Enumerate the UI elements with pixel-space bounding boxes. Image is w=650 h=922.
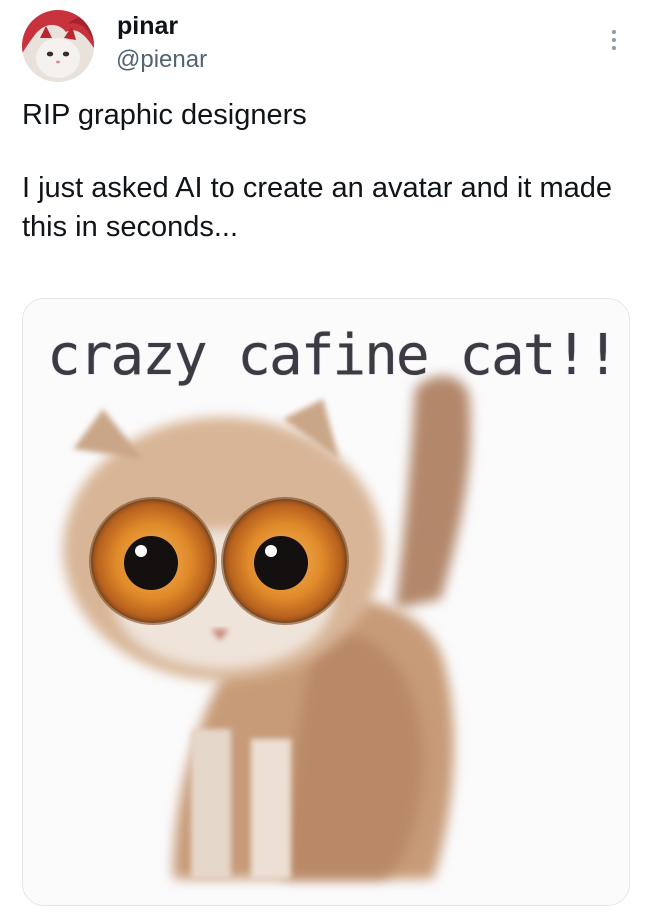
user-handle[interactable]: @pienar	[116, 45, 207, 75]
image-caption: crazy cafine cat!!!	[47, 323, 630, 388]
tweet-text-line2: I just asked AI to create an avatar and …	[22, 172, 613, 243]
tweet-text: RIP graphic designers I just asked AI to…	[22, 96, 622, 247]
display-name[interactable]: pinar	[117, 11, 178, 41]
avatar-image	[22, 10, 94, 82]
tweet: pinar @pienar RIP graphic designers I ju…	[0, 0, 650, 922]
more-options-button[interactable]	[596, 22, 632, 58]
tweet-text-line1: RIP graphic designers	[22, 99, 307, 131]
more-vertical-icon	[612, 30, 616, 34]
avatar[interactable]	[22, 10, 94, 82]
tweet-media[interactable]: crazy cafine cat!!!	[22, 298, 630, 906]
